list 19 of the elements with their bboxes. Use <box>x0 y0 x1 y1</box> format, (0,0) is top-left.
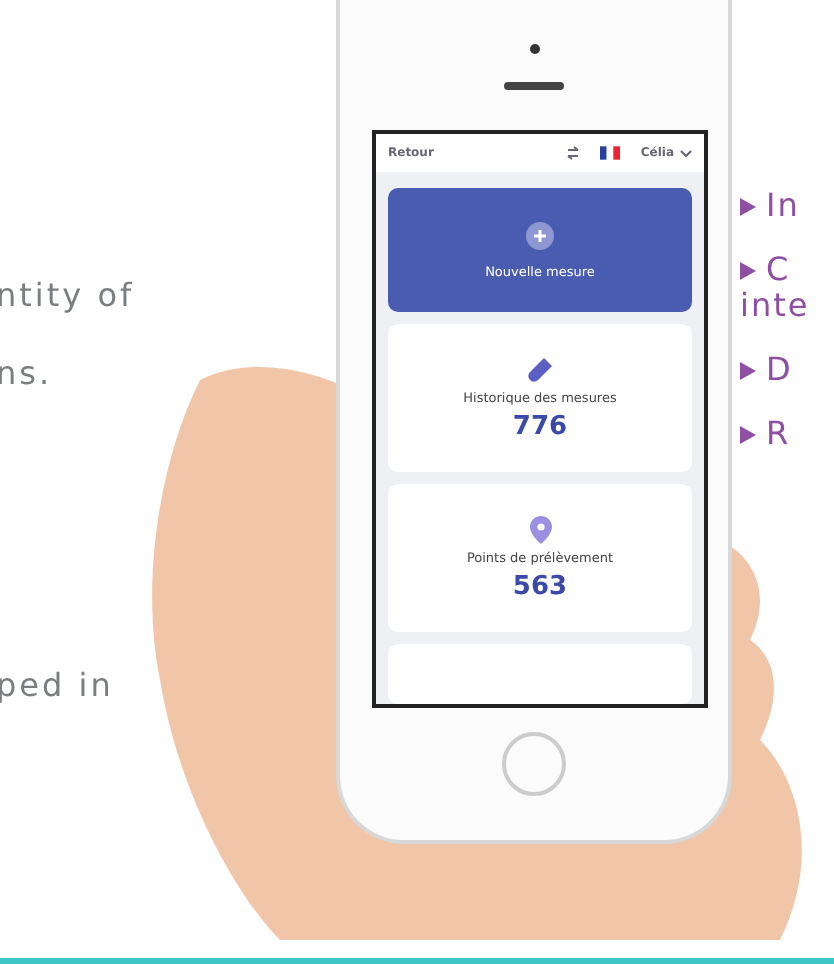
speaker-icon <box>504 82 564 90</box>
flag-icon[interactable] <box>600 146 621 160</box>
bullet-text: C <box>766 252 791 288</box>
test-tube-icon <box>526 355 554 383</box>
plus-icon <box>526 221 554 249</box>
bullet-text: In <box>766 188 800 224</box>
location-pin-icon <box>529 515 551 543</box>
bullet-icon <box>740 361 756 379</box>
chevron-down-icon[interactable] <box>680 149 692 157</box>
bullet-text: inte <box>740 288 810 324</box>
bullet-icon <box>740 425 756 443</box>
card-value: 776 <box>512 411 568 441</box>
camera-icon <box>529 44 539 54</box>
bullet-text: D <box>766 352 793 388</box>
card-value: 563 <box>512 571 568 601</box>
sync-icon[interactable] <box>566 146 581 160</box>
bullet-text: R <box>766 416 791 452</box>
bullet-icon <box>740 261 756 279</box>
bullet-icon <box>740 197 756 215</box>
